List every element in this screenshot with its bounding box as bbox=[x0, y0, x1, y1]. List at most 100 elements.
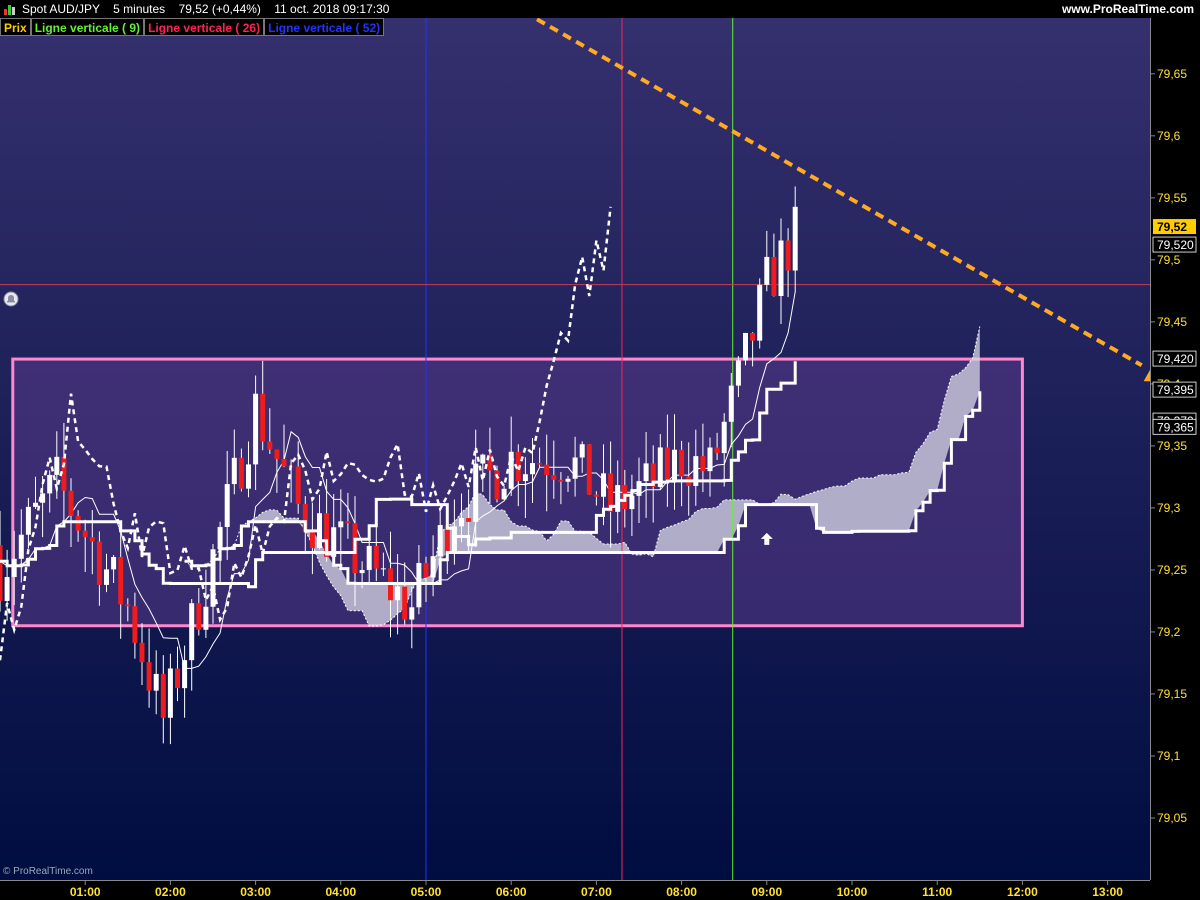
candle-body bbox=[601, 473, 606, 497]
candle-body bbox=[459, 518, 464, 527]
candle-body bbox=[792, 206, 798, 271]
candle-body bbox=[11, 558, 17, 578]
candle-body bbox=[764, 256, 770, 285]
candle-body bbox=[700, 456, 706, 472]
price-label: 79,520 bbox=[1157, 238, 1194, 252]
candle-body bbox=[565, 478, 571, 482]
candle-body bbox=[25, 506, 31, 535]
x-tick-label: 06:00 bbox=[496, 885, 527, 899]
candle-body bbox=[4, 577, 10, 601]
candle-body bbox=[238, 457, 244, 489]
y-tick-label: 79,1 bbox=[1157, 749, 1181, 763]
candle-logo-icon bbox=[4, 4, 16, 15]
candle-body bbox=[593, 494, 599, 497]
y-tick-label: 79,55 bbox=[1157, 191, 1187, 205]
candle-body bbox=[785, 240, 791, 271]
candle-body bbox=[501, 488, 507, 500]
candle-body bbox=[47, 474, 53, 494]
candle-body bbox=[139, 642, 145, 663]
legend-item-vline-9[interactable]: Ligne verticale ( 9) bbox=[30, 18, 145, 36]
candle-body bbox=[167, 668, 173, 718]
candle-body bbox=[551, 475, 557, 480]
candle-body bbox=[707, 447, 713, 472]
x-tick-label: 03:00 bbox=[240, 885, 271, 899]
candle-body bbox=[572, 457, 578, 479]
y-tick-label: 79,15 bbox=[1157, 687, 1187, 701]
chart-window: 79,6579,679,5579,579,4579,479,3579,379,2… bbox=[0, 0, 1200, 900]
candle-body bbox=[395, 586, 401, 601]
copyright-text: © ProRealTime.com bbox=[3, 866, 93, 877]
title-bar: Spot AUD/JPY 5 minutes 79,52 (+0,44%) 11… bbox=[0, 0, 1200, 18]
candle-body bbox=[246, 464, 251, 489]
x-tick-label: 04:00 bbox=[325, 885, 356, 899]
candle-body bbox=[672, 449, 677, 481]
legend-item-vline-26[interactable]: Ligne verticale ( 26) bbox=[144, 18, 265, 36]
candle-body bbox=[629, 495, 635, 510]
candle-body bbox=[522, 474, 528, 482]
candle-body bbox=[160, 673, 166, 718]
candle-body bbox=[224, 484, 230, 527]
candle-body bbox=[196, 603, 202, 630]
legend-item-price[interactable]: Prix bbox=[0, 18, 31, 36]
candle-body bbox=[466, 518, 472, 522]
candle-body bbox=[89, 537, 95, 542]
x-tick-label: 10:00 bbox=[837, 885, 868, 899]
candle-body bbox=[728, 385, 734, 422]
x-tick-label: 13:00 bbox=[1092, 885, 1123, 899]
x-tick-label: 08:00 bbox=[666, 885, 697, 899]
candle-body bbox=[0, 545, 3, 601]
candle-body bbox=[778, 240, 784, 297]
y-tick-label: 79,6 bbox=[1157, 129, 1181, 143]
candle-body bbox=[182, 660, 188, 689]
candle-body bbox=[104, 569, 109, 585]
candle-body bbox=[338, 521, 344, 528]
candle-body bbox=[402, 586, 408, 620]
candle-body bbox=[558, 479, 564, 482]
candle-body bbox=[175, 668, 180, 689]
candle-body bbox=[771, 256, 777, 297]
y-tick-label: 79,65 bbox=[1157, 67, 1187, 81]
site-link[interactable]: www.ProRealTime.com bbox=[1062, 0, 1194, 18]
candle-body bbox=[189, 603, 195, 661]
price-chart[interactable]: 79,6579,679,5579,579,4579,479,3579,379,2… bbox=[0, 0, 1200, 900]
candle-body bbox=[380, 568, 386, 570]
candle-body bbox=[274, 449, 280, 459]
candle-body bbox=[54, 456, 60, 475]
y-tick-label: 79,05 bbox=[1157, 811, 1187, 825]
candle-body bbox=[679, 449, 685, 477]
candle-body bbox=[96, 541, 102, 585]
legend-item-vline-52[interactable]: Ligne verticale ( 52) bbox=[264, 18, 385, 36]
y-tick-label: 79,35 bbox=[1157, 439, 1187, 453]
candle-body bbox=[579, 444, 585, 458]
candle-body bbox=[743, 332, 748, 361]
candle-body bbox=[409, 607, 415, 620]
price-label: 79,365 bbox=[1157, 420, 1194, 434]
x-tick-label: 12:00 bbox=[1007, 885, 1038, 899]
x-tick-label: 11:00 bbox=[922, 885, 952, 899]
candle-body bbox=[267, 441, 273, 450]
candle-body bbox=[82, 530, 88, 538]
x-tick-label: 09:00 bbox=[751, 885, 782, 899]
y-tick-label: 79,3 bbox=[1157, 501, 1181, 515]
x-tick-label: 01:00 bbox=[70, 885, 101, 899]
candle-body bbox=[366, 545, 372, 571]
candle-body bbox=[295, 466, 301, 504]
candle-body bbox=[473, 463, 479, 522]
candle-body bbox=[18, 534, 24, 559]
candle-body bbox=[423, 562, 429, 578]
candle-body bbox=[430, 556, 436, 578]
y-tick-label: 79,45 bbox=[1157, 315, 1187, 329]
candle-body bbox=[118, 556, 124, 605]
candle-body bbox=[721, 421, 727, 454]
y-tick-label: 79,25 bbox=[1157, 563, 1187, 577]
candle-body bbox=[309, 531, 315, 549]
candle-body bbox=[153, 673, 159, 691]
candle-body bbox=[586, 444, 592, 495]
current-price-label: 79,52 bbox=[1157, 220, 1187, 234]
candle-body bbox=[203, 606, 209, 630]
alert-bell-icon[interactable] bbox=[3, 291, 19, 307]
candle-body bbox=[231, 457, 237, 485]
candle-body bbox=[345, 521, 351, 524]
candle-body bbox=[33, 502, 38, 507]
candle-body bbox=[643, 463, 649, 482]
